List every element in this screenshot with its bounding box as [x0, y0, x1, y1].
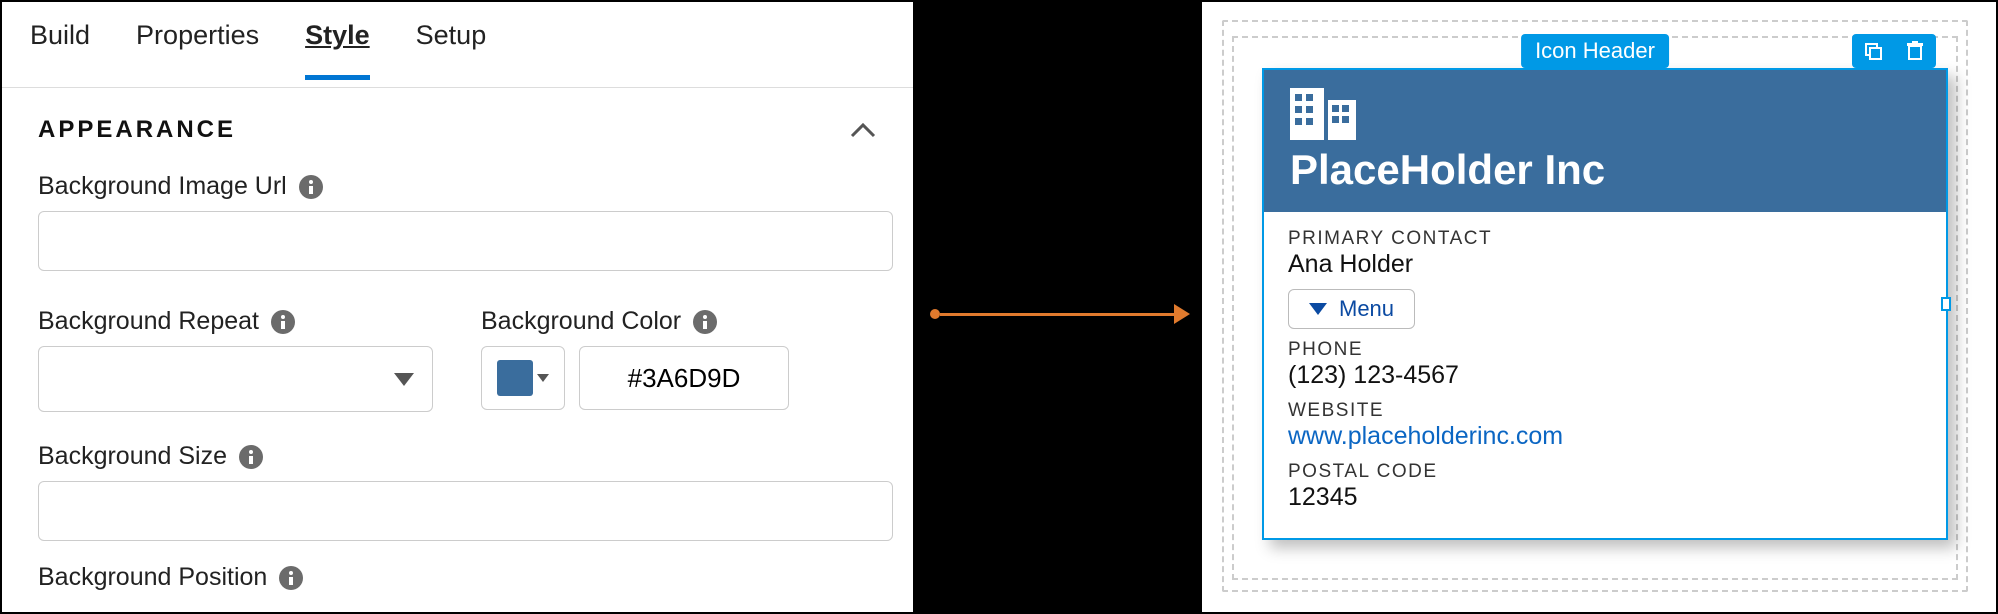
postal-value: 12345: [1288, 483, 1922, 512]
bg-size-input[interactable]: [38, 481, 893, 541]
resize-handle-right[interactable]: [1941, 297, 1951, 311]
selection-actions: [1852, 34, 1936, 68]
appearance-section: APPEARANCE Background Image Url Backgrou…: [2, 88, 913, 592]
trash-icon[interactable]: [1894, 34, 1936, 68]
tab-style[interactable]: Style: [305, 20, 370, 80]
color-swatch: [497, 360, 533, 396]
bg-repeat-select[interactable]: [38, 346, 433, 412]
bg-image-url-input[interactable]: [38, 211, 893, 271]
caret-down-icon: [1309, 303, 1327, 315]
info-icon[interactable]: [239, 445, 263, 469]
caret-down-icon: [537, 374, 549, 382]
annotation-arrow: [930, 304, 1190, 324]
duplicate-icon[interactable]: [1852, 34, 1894, 68]
bg-position-label-row: Background Position: [38, 563, 877, 592]
info-icon[interactable]: [271, 310, 295, 334]
primary-contact-label: PRIMARY CONTACT: [1288, 228, 1922, 250]
arrow-start-icon: [930, 309, 940, 319]
card-body: PRIMARY CONTACT Ana Holder Menu PHONE (1…: [1264, 212, 1946, 538]
website-label: WEBSITE: [1288, 400, 1922, 422]
phone-label: PHONE: [1288, 339, 1922, 361]
menu-button-label: Menu: [1339, 296, 1394, 322]
bg-size-label: Background Size: [38, 442, 227, 471]
appearance-header[interactable]: APPEARANCE: [38, 116, 877, 144]
tab-build[interactable]: Build: [30, 20, 90, 75]
canvas-drop-zone-inner[interactable]: Icon Header: [1232, 36, 1958, 580]
arrow-head-icon: [1174, 304, 1190, 324]
arrow-line: [940, 313, 1174, 316]
info-icon[interactable]: [693, 310, 717, 334]
bg-color-picker[interactable]: [481, 346, 565, 410]
bg-color-label: Background Color: [481, 307, 681, 336]
website-value[interactable]: www.placeholderinc.com: [1288, 422, 1922, 451]
caret-down-icon: [394, 373, 414, 386]
bg-image-url-label-row: Background Image Url: [38, 172, 877, 201]
postal-label: POSTAL CODE: [1288, 461, 1922, 483]
chevron-up-icon[interactable]: [849, 116, 877, 144]
tab-setup[interactable]: Setup: [416, 20, 487, 75]
icon-header-component[interactable]: PlaceHolder Inc PRIMARY CONTACT Ana Hold…: [1262, 68, 1948, 540]
bg-repeat-label-row: Background Repeat: [38, 307, 433, 336]
bg-size-label-row: Background Size: [38, 442, 877, 471]
building-icon: [1290, 88, 1920, 140]
panel-tabbar: Build Properties Style Setup: [2, 2, 913, 88]
bg-color-hex-input[interactable]: [579, 346, 789, 410]
bg-position-label: Background Position: [38, 563, 267, 592]
preview-canvas: Icon Header: [1200, 0, 1998, 614]
menu-button[interactable]: Menu: [1288, 289, 1415, 329]
info-icon[interactable]: [299, 175, 323, 199]
selection-tag[interactable]: Icon Header: [1521, 34, 1669, 68]
phone-value: (123) 123-4567: [1288, 361, 1922, 390]
style-panel: Build Properties Style Setup APPEARANCE …: [0, 0, 915, 614]
bg-image-url-label: Background Image Url: [38, 172, 287, 201]
info-icon[interactable]: [279, 566, 303, 590]
primary-contact-value: Ana Holder: [1288, 250, 1922, 279]
appearance-title: APPEARANCE: [38, 116, 236, 144]
card-title: PlaceHolder Inc: [1290, 146, 1920, 194]
canvas-drop-zone-outer[interactable]: Icon Header: [1222, 20, 1968, 592]
bg-repeat-label: Background Repeat: [38, 307, 259, 336]
bg-color-label-row: Background Color: [481, 307, 789, 336]
tab-properties[interactable]: Properties: [136, 20, 259, 75]
card-header: PlaceHolder Inc: [1264, 70, 1946, 212]
